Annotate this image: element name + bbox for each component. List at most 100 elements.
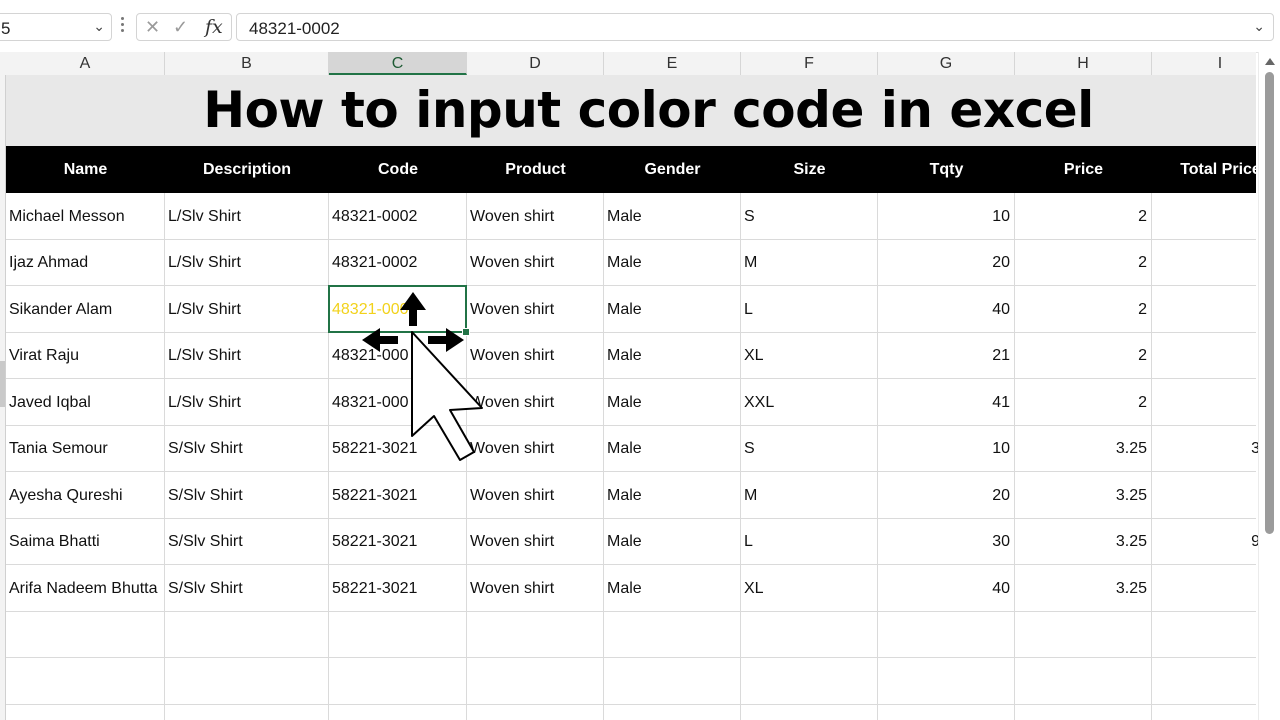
cell-size[interactable]: XL xyxy=(741,565,877,611)
cell-description[interactable]: L/Slv Shirt xyxy=(165,379,328,425)
cell-gender[interactable]: Male xyxy=(604,379,740,425)
cell-product[interactable]: Woven shirt xyxy=(467,472,603,518)
cell-product[interactable]: Woven shirt xyxy=(467,518,603,564)
cell-selection-border[interactable] xyxy=(328,285,467,333)
column-header-b[interactable]: B xyxy=(165,52,329,75)
table-header-row[interactable]: Name Description Code Product Gender Siz… xyxy=(6,146,1261,193)
cell-size[interactable]: S xyxy=(741,425,877,471)
insert-function-icon[interactable]: fx xyxy=(205,16,223,38)
cell-name[interactable]: Saima Bhatti xyxy=(6,518,164,564)
cell-total-price[interactable] xyxy=(1152,193,1264,239)
cell-size[interactable]: S xyxy=(741,193,877,239)
cell-total-price[interactable]: 3 xyxy=(1152,425,1264,471)
cell-price[interactable]: 2 xyxy=(1015,286,1151,332)
cell-description[interactable]: S/Slv Shirt xyxy=(165,472,328,518)
formula-input[interactable]: 48321-0002 ⌄ xyxy=(236,13,1274,41)
cell-tqty[interactable]: 20 xyxy=(878,239,1014,285)
cell-price[interactable]: 3.25 xyxy=(1015,565,1151,611)
cell-total-price[interactable]: 9 xyxy=(1152,518,1264,564)
fill-handle[interactable] xyxy=(462,328,470,336)
cell-product[interactable]: Woven shirt xyxy=(467,379,603,425)
cell-product[interactable]: Woven shirt xyxy=(467,565,603,611)
cell-name[interactable]: Sikander Alam xyxy=(6,286,164,332)
cell-code[interactable]: 48321-000 xyxy=(329,332,466,378)
column-header-a[interactable]: A xyxy=(6,52,165,75)
cell-total-price[interactable] xyxy=(1152,379,1264,425)
title-band[interactable]: How to input color code in excel xyxy=(6,75,1256,146)
enter-icon[interactable]: ✓ xyxy=(173,17,188,38)
cell-tqty[interactable]: 21 xyxy=(878,332,1014,378)
column-header-g[interactable]: G xyxy=(878,52,1015,75)
cell-name[interactable]: Ayesha Qureshi xyxy=(6,472,164,518)
cell-gender[interactable]: Male xyxy=(604,425,740,471)
cell-product[interactable]: Woven shirt xyxy=(467,193,603,239)
scrollbar-thumb[interactable] xyxy=(1265,72,1274,534)
cell-size[interactable]: L xyxy=(741,286,877,332)
cell-code[interactable]: 48321-000 xyxy=(329,379,466,425)
cell-price[interactable]: 3.25 xyxy=(1015,518,1151,564)
cell-code[interactable]: 58221-3021 xyxy=(329,425,466,471)
cell-total-price[interactable] xyxy=(1152,239,1264,285)
cell-code[interactable]: 58221-3021 xyxy=(329,565,466,611)
cell-name[interactable]: Michael Messon xyxy=(6,193,164,239)
cell-gender[interactable]: Male xyxy=(604,193,740,239)
cell-product[interactable]: Woven shirt xyxy=(467,425,603,471)
cell-name[interactable]: Javed Iqbal xyxy=(6,379,164,425)
cell-description[interactable]: S/Slv Shirt xyxy=(165,518,328,564)
cell-name[interactable]: Ijaz Ahmad xyxy=(6,239,164,285)
cell-size[interactable]: M xyxy=(741,239,877,285)
scroll-up-icon[interactable] xyxy=(1265,58,1275,65)
chevron-down-icon[interactable]: ⌄ xyxy=(1253,18,1265,35)
cell-total-price[interactable] xyxy=(1152,286,1264,332)
cell-code[interactable]: 58221-3021 xyxy=(329,472,466,518)
cell-gender[interactable]: Male xyxy=(604,565,740,611)
cell-description[interactable]: L/Slv Shirt xyxy=(165,286,328,332)
column-header-f[interactable]: F xyxy=(741,52,878,75)
cell-code[interactable]: 58221-3021 xyxy=(329,518,466,564)
cell-price[interactable]: 2 xyxy=(1015,193,1151,239)
cell-description[interactable]: S/Slv Shirt xyxy=(165,565,328,611)
cell-total-price[interactable] xyxy=(1152,472,1264,518)
cell-description[interactable]: S/Slv Shirt xyxy=(165,425,328,471)
more-options-icon[interactable] xyxy=(118,14,126,40)
cell-description[interactable]: L/Slv Shirt xyxy=(165,193,328,239)
name-box[interactable]: 5 ⌄ xyxy=(0,13,112,41)
cell-tqty[interactable]: 10 xyxy=(878,193,1014,239)
column-header-c[interactable]: C xyxy=(329,52,467,75)
cell-price[interactable]: 2 xyxy=(1015,332,1151,378)
cell-product[interactable]: Woven shirt xyxy=(467,332,603,378)
cell-size[interactable]: M xyxy=(741,472,877,518)
cell-name[interactable]: Tania Semour xyxy=(6,425,164,471)
chevron-down-icon[interactable]: ⌄ xyxy=(93,18,105,35)
cell-tqty[interactable]: 40 xyxy=(878,565,1014,611)
cell-tqty[interactable]: 40 xyxy=(878,286,1014,332)
cell-size[interactable]: XL xyxy=(741,332,877,378)
cell-gender[interactable]: Male xyxy=(604,239,740,285)
cell-total-price[interactable] xyxy=(1152,565,1264,611)
cell-code[interactable]: 48321-0002 xyxy=(329,239,466,285)
cell-tqty[interactable]: 20 xyxy=(878,472,1014,518)
cell-price[interactable]: 3.25 xyxy=(1015,472,1151,518)
cell-tqty[interactable]: 10 xyxy=(878,425,1014,471)
cell-size[interactable]: L xyxy=(741,518,877,564)
cell-price[interactable]: 2 xyxy=(1015,379,1151,425)
cell-description[interactable]: L/Slv Shirt xyxy=(165,332,328,378)
cell-code[interactable]: 48321-0002 xyxy=(329,193,466,239)
cell-description[interactable]: L/Slv Shirt xyxy=(165,239,328,285)
cell-product[interactable]: Woven shirt xyxy=(467,239,603,285)
column-header-d[interactable]: D xyxy=(467,52,604,75)
cell-gender[interactable]: Male xyxy=(604,472,740,518)
cell-total-price[interactable] xyxy=(1152,332,1264,378)
cell-price[interactable]: 2 xyxy=(1015,239,1151,285)
cell-gender[interactable]: Male xyxy=(604,332,740,378)
cell-tqty[interactable]: 41 xyxy=(878,379,1014,425)
cell-gender[interactable]: Male xyxy=(604,518,740,564)
cell-name[interactable]: Virat Raju xyxy=(6,332,164,378)
cell-product[interactable]: Woven shirt xyxy=(467,286,603,332)
cell-gender[interactable]: Male xyxy=(604,286,740,332)
cell-size[interactable]: XXL xyxy=(741,379,877,425)
cell-name[interactable]: Arifa Nadeem Bhutta xyxy=(6,565,164,611)
column-header-h[interactable]: H xyxy=(1015,52,1152,75)
cell-tqty[interactable]: 30 xyxy=(878,518,1014,564)
cell-price[interactable]: 3.25 xyxy=(1015,425,1151,471)
